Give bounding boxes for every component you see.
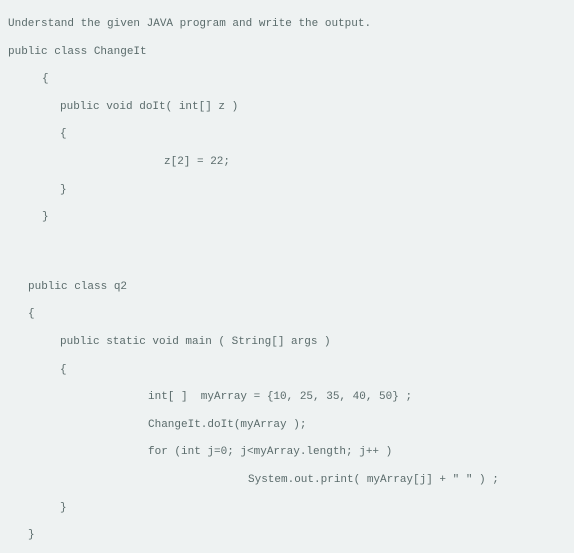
code-line: } xyxy=(8,209,566,227)
code-line: z[2] = 22; xyxy=(8,154,566,172)
code-line: public class ChangeIt xyxy=(8,44,566,62)
code-line: { xyxy=(8,126,566,144)
code-line: { xyxy=(8,362,566,380)
code-line: for (int j=0; j<myArray.length; j++ ) xyxy=(8,444,566,462)
code-line: ChangeIt.doIt(myArray ); xyxy=(8,417,566,435)
code-line: } xyxy=(8,500,566,518)
code-line: public void doIt( int[] z ) xyxy=(8,99,566,117)
code-line: System.out.print( myArray[j] + " " ) ; xyxy=(8,472,566,490)
code-line: { xyxy=(8,306,566,324)
code-line: } xyxy=(8,527,566,545)
instruction-text: Understand the given JAVA program and wr… xyxy=(8,16,566,34)
code-document: Understand the given JAVA program and wr… xyxy=(0,0,574,553)
code-line: { xyxy=(8,71,566,89)
code-line: public static void main ( String[] args … xyxy=(8,334,566,352)
code-line: } xyxy=(8,182,566,200)
code-line: int[ ] myArray = {10, 25, 35, 40, 50} ; xyxy=(8,389,566,407)
code-line: public class q2 xyxy=(8,279,566,297)
